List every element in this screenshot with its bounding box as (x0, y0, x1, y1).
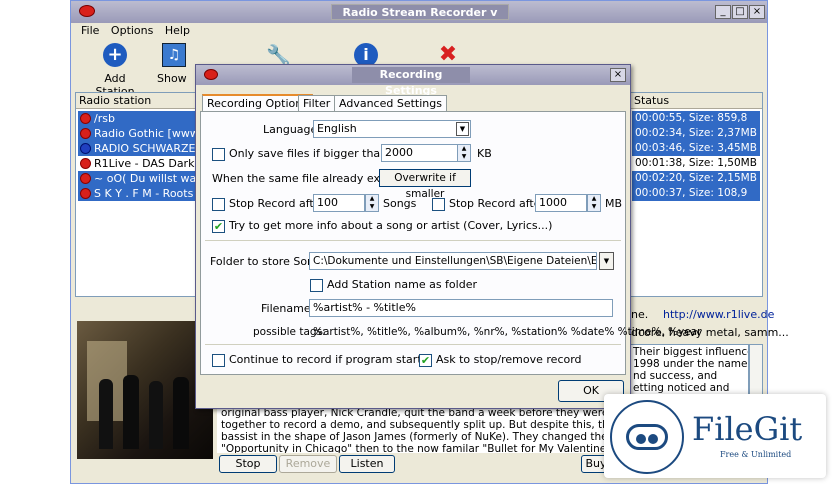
desc-line: bassist in the shape of Jason James (for… (221, 431, 607, 443)
filename-input[interactable]: %artist% - %title% (309, 299, 613, 317)
listen-button[interactable]: Listen (339, 455, 395, 473)
dialog-close-icon[interactable]: × (610, 68, 626, 82)
only-save-checkbox[interactable] (212, 148, 225, 161)
recording-settings-dialog: Recording Settings × Recording Options F… (195, 64, 701, 409)
tab-advanced-settings[interactable]: Advanced Settings (334, 95, 447, 112)
logo-tagline: Free & Unlimited (720, 450, 792, 459)
add-station-folder-checkbox[interactable] (310, 279, 323, 292)
app-icon (79, 5, 95, 17)
status-list[interactable]: Status 00:00:55, Size: 859,8 00:02:34, S… (629, 92, 763, 297)
stop-songs-checkbox[interactable] (212, 198, 225, 211)
menu-file[interactable]: File (77, 23, 103, 39)
language-label: Language (263, 123, 318, 136)
main-title-bar: Radio Stream Recorder v _ □ × (71, 1, 767, 23)
station-site-link[interactable]: http://www.r1live.de (663, 308, 774, 321)
more-info-checkbox[interactable]: ✔ (212, 220, 225, 233)
close-icon[interactable]: × (749, 5, 765, 19)
minimize-icon[interactable]: _ (715, 5, 731, 19)
window-title: Radio Stream Recorder v (331, 4, 509, 20)
min-size-spinner[interactable]: ▲ ▼ (457, 144, 471, 162)
site-prefix: ne. (631, 308, 649, 321)
stop-mb-checkbox[interactable] (432, 198, 445, 211)
mb-unit: MB (605, 197, 623, 210)
add-station-folder-label: Add Station name as folder (327, 278, 477, 291)
recording-options-panel: Language English ▼ Only save files if bi… (200, 111, 701, 375)
stop-mb-input[interactable]: 1000 (535, 194, 587, 212)
status-row[interactable]: 00:02:34, Size: 2,37MB (632, 126, 760, 141)
stop-songs-label: Stop Record after (229, 197, 326, 210)
overwrite-if-smaller-button[interactable]: Overwrite if smaller (379, 169, 471, 200)
music-icon: ♫ (162, 43, 186, 67)
dialog-title-bar: Recording Settings × (196, 65, 630, 97)
add-icon: + (103, 43, 127, 67)
add-station-button[interactable]: + Add Station (85, 43, 145, 98)
status-header[interactable]: Status (630, 93, 762, 109)
divider (205, 344, 621, 345)
more-info-label: Try to get more info about a song or art… (229, 219, 553, 232)
remove-button[interactable]: Remove (279, 455, 337, 473)
tags-text: %artist%, %title%, %album%, %nr%, %stati… (313, 326, 702, 338)
menu-bar: File Options Help (71, 23, 767, 39)
ask-stop-label: Ask to stop/remove record (436, 353, 582, 366)
maximize-icon[interactable]: □ (732, 5, 748, 19)
tab-recording-options[interactable]: Recording Options (202, 94, 313, 111)
band-photo (77, 321, 213, 459)
dialog-app-icon (204, 69, 218, 80)
menu-options[interactable]: Options (107, 23, 157, 39)
continue-record-checkbox[interactable] (212, 354, 225, 367)
ask-stop-checkbox[interactable]: ✔ (419, 354, 432, 367)
status-row[interactable]: 00:01:38, Size: 1,50MB (632, 156, 760, 171)
status-row[interactable]: 00:00:37, Size: 108,9 (632, 186, 760, 201)
stop-mb-spinner[interactable]: ▲ ▼ (587, 194, 601, 212)
stop-songs-input[interactable]: 100 (313, 194, 365, 212)
divider (205, 240, 621, 241)
desc-line: "Opportunity in Chicago" then to the now… (221, 443, 607, 453)
logo-text: FileGit (692, 410, 803, 448)
continue-record-label: Continue to record if program starts (229, 353, 428, 366)
menu-help[interactable]: Help (161, 23, 194, 39)
stop-mb-label: Stop Record after (449, 197, 546, 210)
stop-songs-spinner[interactable]: ▲ ▼ (365, 194, 379, 212)
dialog-title: Recording Settings (352, 67, 470, 97)
min-size-input[interactable]: 2000 (381, 144, 459, 162)
show-button[interactable]: ♫ Show R (157, 43, 191, 85)
filegit-logo: FileGit Free & Unlimited (604, 394, 826, 478)
status-row[interactable]: 00:00:55, Size: 859,8 (632, 111, 760, 126)
show-label: Show R (157, 72, 191, 85)
language-select[interactable]: English ▼ (313, 120, 471, 138)
folder-dropdown-button[interactable]: ▼ (599, 252, 614, 270)
chevron-down-icon: ▼ (456, 122, 469, 136)
filename-label: Filename (261, 302, 311, 315)
cloud-icon (610, 400, 684, 474)
folder-input[interactable]: C:\Dokumente und Einstellungen\SB\Eigene… (309, 252, 597, 270)
only-save-label: Only save files if bigger than (229, 147, 388, 160)
status-row[interactable]: 00:02:20, Size: 2,15MB (632, 171, 760, 186)
desc-line: together to record a demo, and subsequen… (221, 419, 607, 431)
stop-button[interactable]: Stop (219, 455, 277, 473)
kb-unit: KB (477, 147, 492, 160)
status-row[interactable]: 00:03:46, Size: 3,45MB (632, 141, 760, 156)
songs-unit: Songs (383, 197, 417, 210)
tab-filter[interactable]: Filter (298, 95, 336, 112)
